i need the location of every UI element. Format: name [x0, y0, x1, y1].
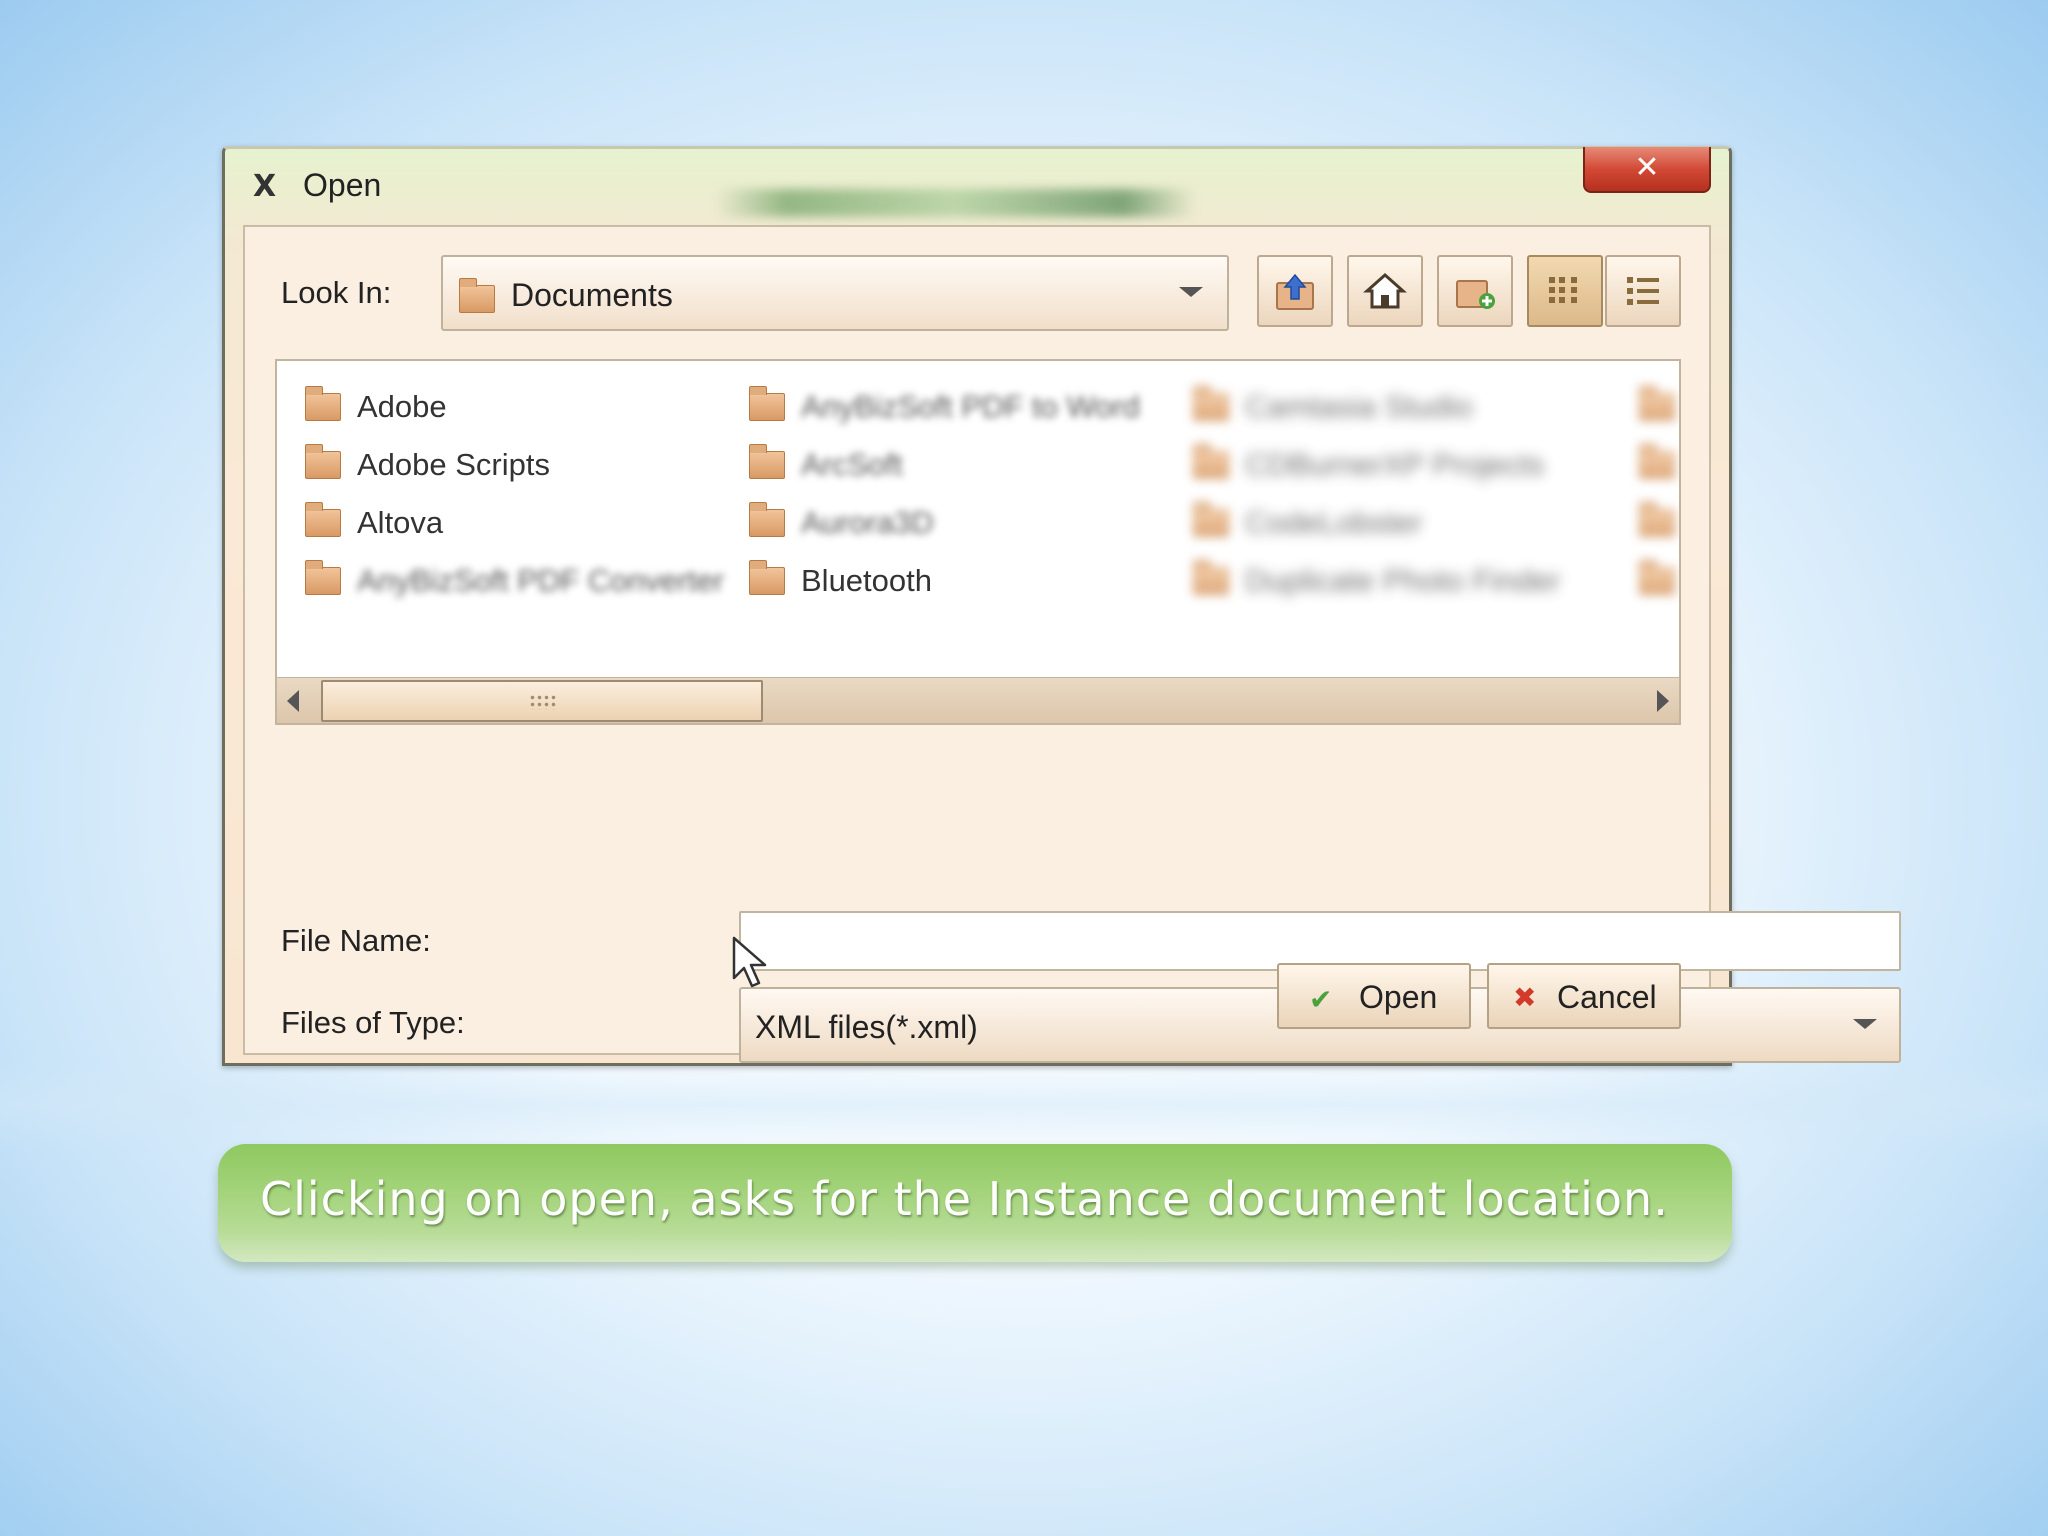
open-button[interactable]: ✔ Open [1277, 963, 1471, 1029]
slide-background-band [0, 1060, 2048, 1150]
scroll-left-icon[interactable] [287, 690, 299, 712]
dialog-titlebar[interactable]: X Open ✕ [225, 147, 1729, 223]
scrollbar-thumb[interactable] [321, 680, 763, 722]
look-in-label: Look In: [281, 275, 392, 310]
folder-icon [305, 560, 341, 595]
folder-icon [1639, 502, 1675, 537]
details-view-icon [1627, 277, 1659, 305]
folder-icon [749, 502, 785, 537]
file-list: Adobe Adobe Scripts Altova AnyBizSoft PD… [275, 359, 1681, 725]
chevron-down-icon [1179, 287, 1203, 297]
files-of-type-label: Files of Type: [281, 1005, 465, 1040]
folder-icon [1193, 444, 1229, 479]
folder-icon [749, 386, 785, 421]
file-name-field[interactable] [739, 911, 1901, 971]
folder-icon [1193, 502, 1229, 537]
files-of-type-value: XML files(*.xml) [755, 1009, 978, 1045]
details-view-button[interactable] [1605, 255, 1681, 327]
new-folder-button[interactable] [1437, 255, 1513, 327]
grip-icon [529, 694, 557, 710]
up-folder-button[interactable] [1257, 255, 1333, 327]
file-name-label: File Name: [281, 923, 431, 958]
folder-icon [1639, 444, 1675, 479]
list-view-icon [1549, 277, 1577, 303]
new-folder-icon [1456, 280, 1495, 309]
up-folder-icon [1276, 273, 1314, 310]
open-dialog: X Open ✕ Look In: Documents Adobe Adobe … [222, 146, 1901, 1066]
app-icon: X [253, 169, 277, 204]
folder-icon [459, 278, 495, 313]
folder-icon [749, 560, 785, 595]
check-icon: ✔ [1309, 983, 1333, 1016]
close-icon: ✖ [1513, 981, 1537, 1014]
horizontal-scrollbar[interactable] [277, 677, 1679, 723]
mouse-pointer-icon [732, 936, 767, 988]
chevron-down-icon [1853, 1019, 1877, 1029]
close-button[interactable]: ✕ [1583, 147, 1711, 193]
folder-icon [305, 444, 341, 479]
scroll-right-icon[interactable] [1657, 690, 1669, 712]
look-in-dropdown[interactable]: Documents [441, 255, 1229, 331]
dialog-panel: Look In: Documents Adobe Adobe Scripts A… [243, 225, 1901, 1063]
folder-icon [305, 386, 341, 421]
home-icon [1363, 272, 1407, 309]
folder-icon [1193, 386, 1229, 421]
folder-icon [1639, 386, 1675, 421]
look-in-value: Documents [511, 277, 673, 313]
dialog-title: Open [303, 167, 382, 203]
folder-icon [749, 444, 785, 479]
cancel-button[interactable]: ✖ Cancel [1487, 963, 1681, 1029]
folder-icon [305, 502, 341, 537]
list-view-button[interactable] [1527, 255, 1603, 327]
folder-icon [1193, 560, 1229, 595]
folder-icon [1639, 560, 1675, 595]
caption-text: Clicking on open, asks for the Instance … [260, 1172, 1669, 1226]
caption-banner: Clicking on open, asks for the Instance … [218, 1144, 1732, 1262]
titlebar-artifact [715, 189, 1195, 217]
home-button[interactable] [1347, 255, 1423, 327]
